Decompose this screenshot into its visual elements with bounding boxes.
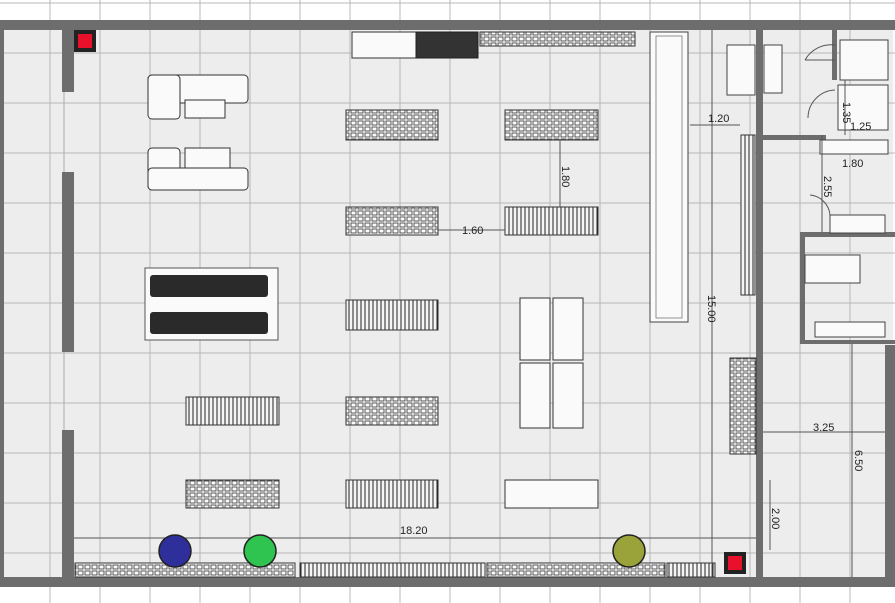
dimension-label: 18.20 — [400, 525, 428, 537]
dimension-label: 2.55 — [821, 176, 833, 197]
top-wall — [0, 20, 895, 30]
wall-shelving — [729, 357, 757, 455]
left-wall — [62, 430, 74, 577]
dimension-label: 1.80 — [842, 158, 863, 170]
left-wall — [62, 172, 74, 352]
dimension-label: 15.00 — [705, 295, 717, 323]
left-wall — [62, 30, 74, 92]
red-marker-top-left-inner — [78, 34, 92, 48]
partition-wall — [756, 30, 763, 577]
dimension-label: 6.50 — [852, 450, 864, 471]
blue-marker[interactable] — [158, 534, 192, 568]
room-wall — [832, 30, 837, 80]
dimension-label: 1.20 — [708, 113, 729, 125]
wall-shelving — [740, 134, 756, 296]
top-shelving — [479, 31, 636, 47]
green-marker[interactable] — [243, 534, 277, 568]
room-wall — [800, 237, 805, 340]
dimension-label: 1.60 — [462, 225, 483, 237]
olive-marker[interactable] — [612, 534, 646, 568]
room-wall — [763, 135, 826, 140]
room-wall — [800, 340, 895, 344]
top-equipment — [351, 31, 417, 59]
left-outer-wall — [0, 20, 4, 587]
dimension-label: 1.80 — [559, 166, 571, 187]
room-wall — [885, 345, 895, 577]
top-equipment — [415, 31, 479, 59]
bottom-wall — [0, 577, 895, 587]
red-marker-bottom-right-inner — [728, 556, 742, 570]
dimension-label: 2.00 — [769, 508, 781, 529]
dimension-label: 1.35 — [840, 102, 852, 123]
dimension-label: 1.25 — [850, 121, 871, 133]
floor-plan: 1.20 1.80 1.60 15.00 1.25 1.80 2.55 3.25… — [0, 0, 895, 603]
dimension-label: 3.25 — [813, 422, 834, 434]
